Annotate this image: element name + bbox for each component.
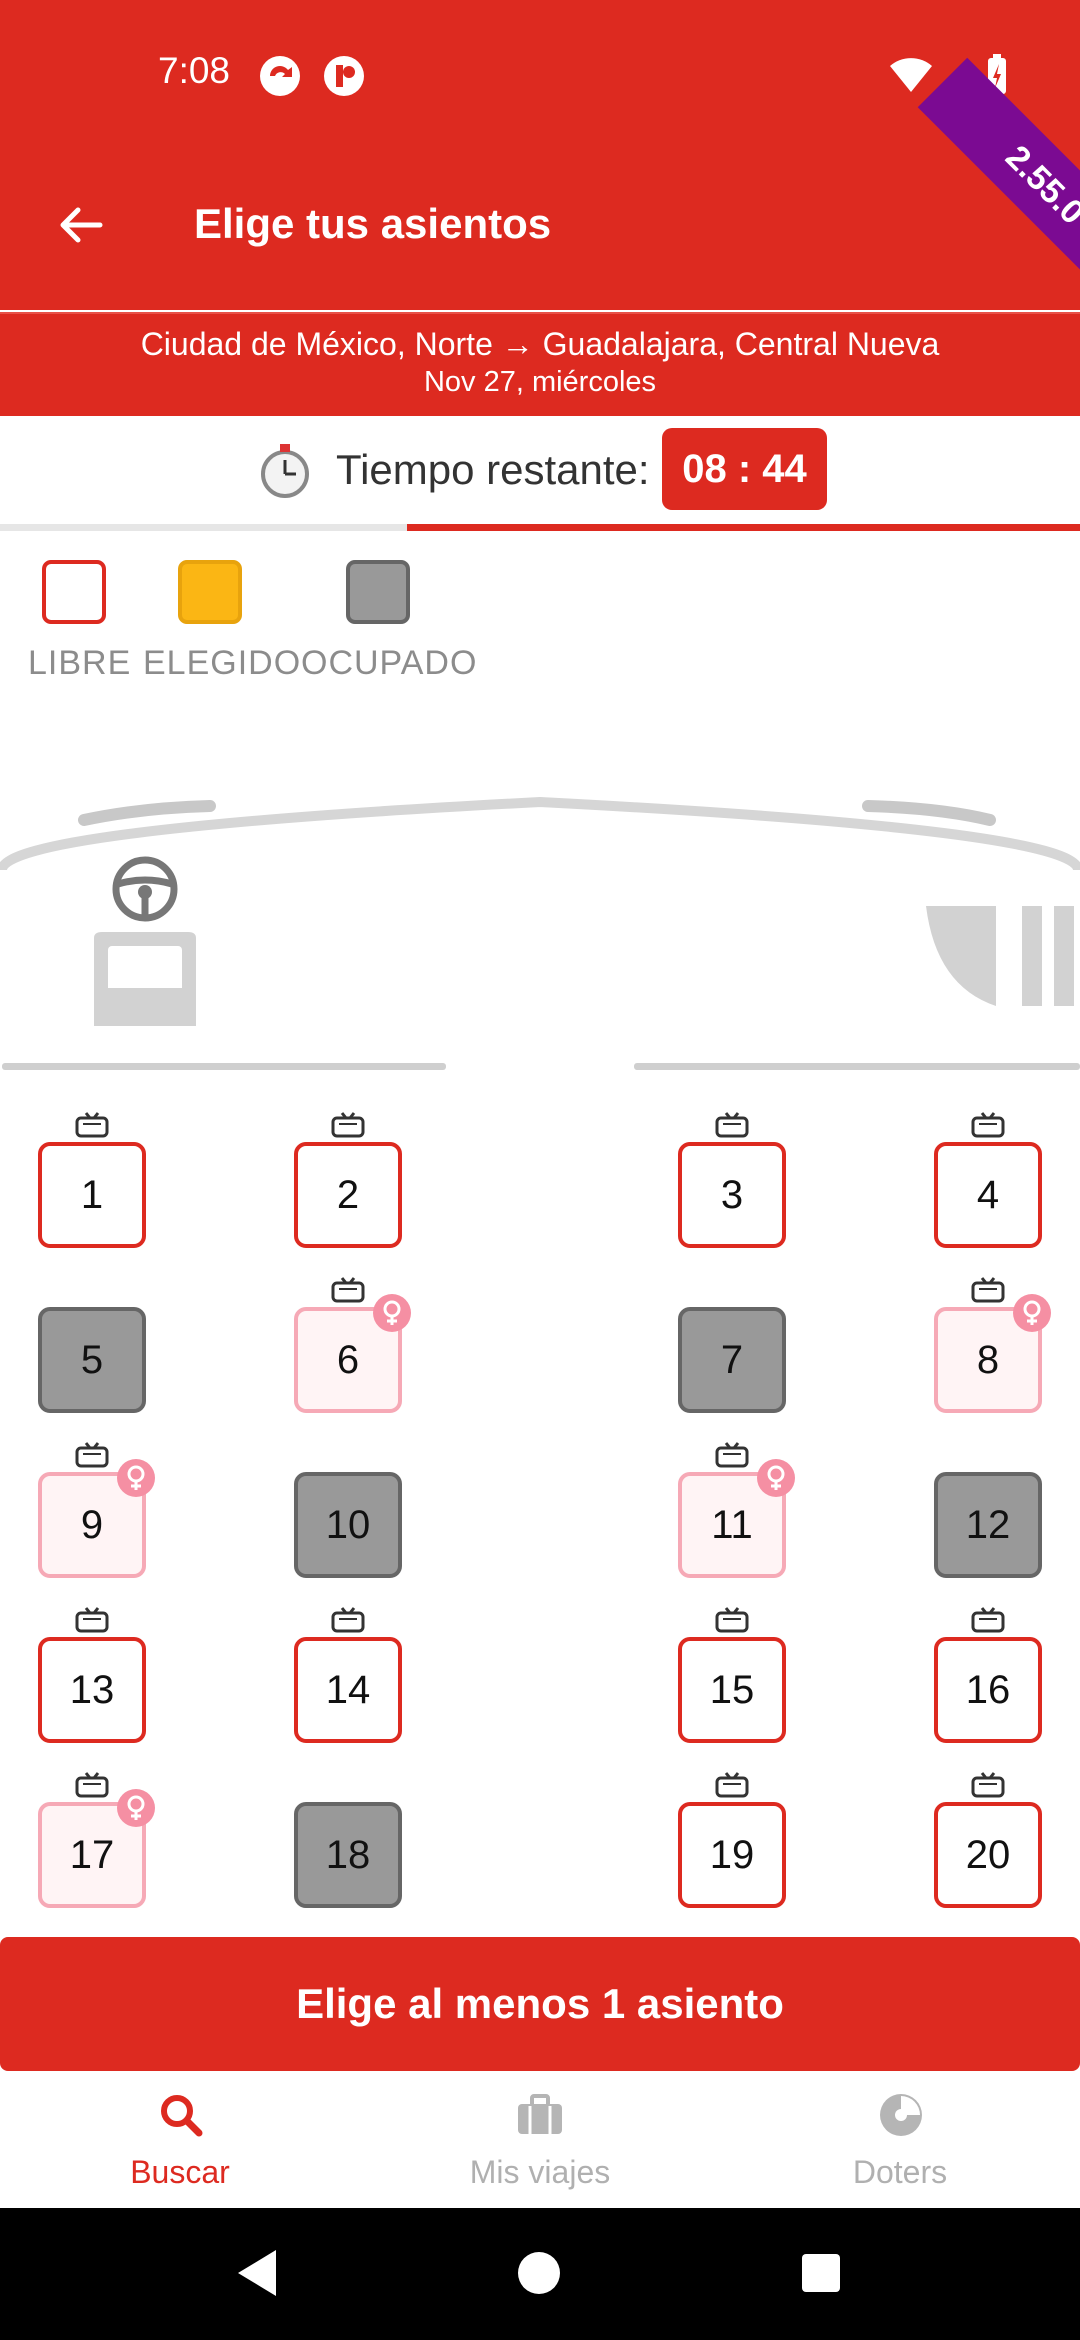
seat-number: 17: [69, 1832, 115, 1877]
seat-3[interactable]: 3: [678, 1142, 786, 1248]
seat-tv-icon: [75, 1442, 109, 1468]
seat-number: 13: [69, 1667, 115, 1712]
seat-7: 7: [678, 1307, 786, 1413]
seat-tv-icon: [715, 1607, 749, 1633]
seat-14[interactable]: 14: [294, 1637, 402, 1743]
timer-value: 08 : 44: [662, 428, 827, 510]
seat-number: 6: [336, 1337, 360, 1382]
seat-tv-icon: [331, 1607, 365, 1633]
route-date: Nov 27, miércoles: [423, 366, 657, 398]
seat-tv-icon: [971, 1112, 1005, 1138]
seat-number: 5: [80, 1337, 104, 1382]
seat-19[interactable]: 19: [678, 1802, 786, 1908]
seat-4[interactable]: 4: [934, 1142, 1042, 1248]
female-seat-icon: [757, 1459, 795, 1497]
back-arrow-icon[interactable]: [56, 200, 106, 250]
seat-number: 4: [976, 1172, 1000, 1217]
seat-20[interactable]: 20: [934, 1802, 1042, 1908]
seat-16[interactable]: 16: [934, 1637, 1042, 1743]
driver-seat-icon: [94, 932, 196, 1026]
seat-18: 18: [294, 1802, 402, 1908]
choose-seat-button[interactable]: Elige al menos 1 asiento: [0, 1937, 1080, 2071]
seat-number: 16: [965, 1667, 1011, 1712]
seat-number: 9: [80, 1502, 104, 1547]
seat-number: 20: [965, 1832, 1011, 1877]
nav-label-mis-viajes: Mis viajes: [469, 2154, 611, 2190]
wifi-icon: [890, 58, 932, 92]
legend-ocupado-swatch: [346, 560, 410, 624]
seat-15[interactable]: 15: [678, 1637, 786, 1743]
seat-13[interactable]: 13: [38, 1637, 146, 1743]
timer-label: Tiempo restante:: [336, 446, 650, 493]
page-title: Elige tus asientos: [194, 200, 552, 247]
seat-number: 11: [711, 1502, 753, 1547]
seat-2[interactable]: 2: [294, 1142, 402, 1248]
aisle-divider-left: [2, 1063, 446, 1070]
signal-icon: [936, 60, 966, 92]
nav-item-buscar[interactable]: Buscar: [0, 2084, 360, 2208]
seat-12: 12: [934, 1472, 1042, 1578]
seat-tv-icon: [715, 1772, 749, 1798]
system-recents-icon[interactable]: [800, 2252, 842, 2294]
seat-tv-icon: [715, 1442, 749, 1468]
timer-progress-fill: [407, 524, 1080, 531]
seat-number: 14: [325, 1667, 371, 1712]
seat-tv-icon: [331, 1277, 365, 1303]
app-notification-icon-2: [324, 56, 364, 96]
nav-item-mis-viajes[interactable]: Mis viajes: [360, 2084, 720, 2208]
legend-libre-label: LIBRE: [28, 644, 132, 682]
seat-number: 3: [720, 1172, 744, 1217]
seat-tv-icon: [971, 1277, 1005, 1303]
female-seat-icon: [117, 1459, 155, 1497]
app-notification-icon: [260, 56, 300, 96]
seat-number: 1: [80, 1172, 104, 1217]
seat-tv-icon: [331, 1112, 365, 1138]
suitcase-icon: [518, 2094, 562, 2134]
legend-libre-swatch: [42, 560, 106, 624]
stopwatch-icon: [261, 444, 309, 498]
seat-tv-icon: [715, 1112, 749, 1138]
battery-icon: [988, 54, 1006, 94]
seat-number: 19: [709, 1832, 755, 1877]
aisle-divider-right: [634, 1063, 1080, 1070]
system-back-icon[interactable]: [232, 2246, 282, 2300]
seat-number: 12: [965, 1502, 1011, 1547]
bus-door-icon: [926, 906, 1074, 1006]
nav-label-buscar: Buscar: [130, 2154, 230, 2190]
doters-icon: [880, 2094, 922, 2136]
seat-tv-icon: [75, 1112, 109, 1138]
seat-map: 1 2 3 4 5 6 7 8 9 10 11 12 13 14 15 16 17 18 19 20: [0, 1100, 1080, 1930]
seat-tv-icon: [75, 1607, 109, 1633]
female-seat-icon: [117, 1789, 155, 1827]
seat-number: 7: [720, 1337, 744, 1382]
seat-5: 5: [38, 1307, 146, 1413]
seat-number: 15: [709, 1667, 755, 1712]
system-home-icon[interactable]: [516, 2250, 562, 2296]
seat-number: 8: [976, 1337, 1000, 1382]
seat-1[interactable]: 1: [38, 1142, 146, 1248]
seat-tv-icon: [75, 1772, 109, 1798]
legend-elegido-swatch: [178, 560, 242, 624]
nav-label-doters: Doters: [852, 2154, 948, 2190]
seat-10: 10: [294, 1472, 402, 1578]
legend-elegido-label: ELEGIDO: [143, 644, 302, 682]
seat-number: 10: [325, 1502, 371, 1547]
route-line: Ciudad de México, Norte → Guadalajara, C…: [140, 326, 940, 362]
seat-number: 18: [325, 1832, 371, 1877]
seat-number: 2: [336, 1172, 360, 1217]
female-seat-icon: [373, 1294, 411, 1332]
nav-item-doters[interactable]: Doters: [720, 2084, 1080, 2208]
seat-tv-icon: [971, 1607, 1005, 1633]
female-seat-icon: [1013, 1294, 1051, 1332]
steering-wheel-icon: [112, 856, 178, 922]
status-time: 7:08: [158, 50, 231, 91]
seat-tv-icon: [971, 1772, 1005, 1798]
legend-ocupado-label: OCUPADO: [301, 644, 478, 682]
search-icon: [161, 2095, 203, 2137]
